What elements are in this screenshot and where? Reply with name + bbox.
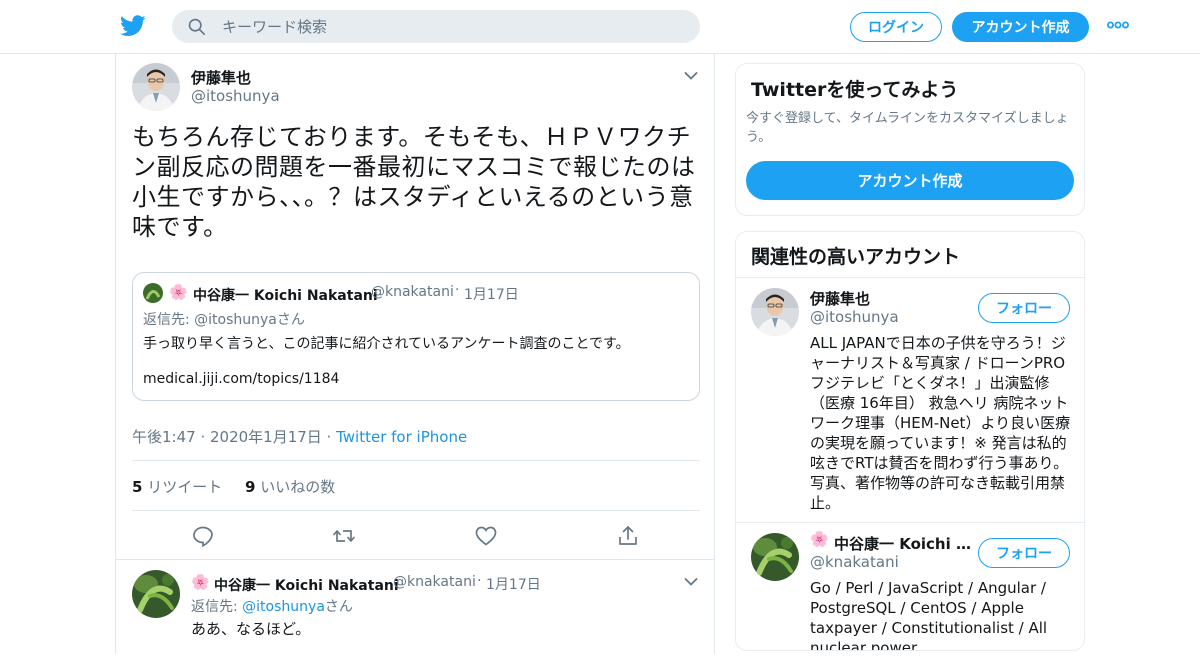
- reply-to-prefix: 返信先:: [191, 599, 243, 615]
- divider: [132, 460, 700, 461]
- reply-author-handle[interactable]: @knakatani: [393, 574, 476, 590]
- tweet-source[interactable]: Twitter for iPhone: [336, 428, 467, 446]
- follow-button[interactable]: フォロー: [978, 293, 1070, 323]
- flower-emoji: 🌸: [810, 530, 829, 548]
- author-name[interactable]: 伊藤隼也: [191, 67, 251, 88]
- top-nav-bar: ログイン アカウント作成: [0, 0, 1200, 54]
- login-button[interactable]: ログイン: [850, 12, 942, 42]
- related-account-avatar[interactable]: [751, 288, 799, 336]
- follow-button[interactable]: フォロー: [978, 538, 1070, 568]
- related-account-avatar[interactable]: [751, 533, 799, 581]
- related-account-handle[interactable]: @itoshunya: [810, 308, 899, 326]
- quoted-link[interactable]: medical.jiji.com/topics/1184: [143, 371, 339, 387]
- tweet-text: もちろん存じております。そもそも、ＨＰＶワクチン副反応の問題を一番最初にマスコミ…: [132, 123, 696, 241]
- reply-icon[interactable]: [191, 524, 215, 548]
- reply-author-name[interactable]: 中谷康一 Koichi Nakatani: [214, 575, 399, 595]
- reply-text: ああ、なるほど。: [191, 620, 311, 638]
- author-handle[interactable]: @itoshunya: [191, 87, 280, 105]
- author-avatar-image: [132, 63, 180, 111]
- flower-emoji: 🌸: [191, 573, 210, 591]
- related-account-handle[interactable]: @knakatani: [810, 553, 899, 571]
- quoted-author-avatar: [143, 283, 163, 303]
- search-bar[interactable]: [172, 10, 700, 43]
- search-input[interactable]: [222, 10, 682, 43]
- like-count: 9: [245, 478, 256, 496]
- tweet-timestamp[interactable]: 午後1:47 · 2020年1月17日 ·: [132, 428, 336, 446]
- author-avatar[interactable]: [132, 63, 180, 111]
- chevron-down-icon[interactable]: [684, 71, 698, 81]
- retweet-icon[interactable]: [332, 524, 356, 548]
- signup-button[interactable]: アカウント作成: [952, 12, 1089, 42]
- quoted-reply-to: 返信先: @itoshunyaさん: [143, 312, 305, 328]
- like-stat[interactable]: 9 いいねの数: [245, 478, 335, 496]
- tweet-stats: 5 リツイート 9 いいねの数: [132, 476, 335, 497]
- twitter-bird-icon[interactable]: [120, 14, 146, 38]
- signup-card-button[interactable]: アカウント作成: [746, 161, 1074, 200]
- reply-to-handle[interactable]: @itoshunya: [242, 599, 325, 615]
- quoted-author-handle: @knakatani: [371, 284, 454, 300]
- flower-emoji: 🌸: [169, 283, 188, 301]
- signup-card: Twitterを使ってみよう 今すぐ登録して、タイムラインをカスタマイズしましょ…: [735, 63, 1085, 216]
- related-account-bio: ALL JAPANで日本の子供を守ろう！ジャーナリスト＆写真家 / ドローンPR…: [810, 334, 1071, 512]
- signup-card-title: Twitterを使ってみよう: [751, 79, 959, 101]
- related-account-name[interactable]: 伊藤隼也: [810, 288, 870, 309]
- more-options-icon[interactable]: [1107, 18, 1129, 32]
- chevron-down-icon[interactable]: [684, 577, 698, 587]
- share-icon[interactable]: [616, 524, 640, 548]
- reply-tweet[interactable]: 🌸 中谷康一 Koichi Nakatani @knakatani · 1月17…: [116, 559, 714, 659]
- retweet-stat[interactable]: 5 リツイート: [132, 478, 222, 496]
- reply-to-suffix: さん: [324, 599, 353, 615]
- reply-author-avatar[interactable]: [132, 570, 180, 618]
- related-account-bio: Go / Perl / JavaScript / Angular / Postg…: [810, 579, 1048, 651]
- tweet-column: 伊藤隼也 @itoshunya もちろん存じております。そもそも、ＨＰＶワクチン…: [115, 54, 715, 654]
- tweet-meta: 午後1:47 · 2020年1月17日 · Twitter for iPhone: [132, 426, 467, 447]
- dot-separator: ·: [477, 573, 482, 589]
- retweet-count: 5: [132, 478, 143, 496]
- related-accounts-card: 関連性の高いアカウント 伊藤隼也 @itoshunya フォロー ALL JAP…: [735, 231, 1085, 651]
- related-accounts-title: 関連性の高いアカウント: [751, 246, 961, 268]
- signup-card-description: 今すぐ登録して、タイムラインをカスタマイズしましょう。: [746, 111, 1069, 145]
- related-account-item[interactable]: 🌸 中谷康一 Koichi … @knakatani フォロー Go / Per…: [736, 523, 1084, 651]
- quoted-date: 1月17日: [464, 287, 519, 303]
- quoted-author-name: 中谷康一 Koichi Nakatani: [193, 288, 378, 304]
- reply-to: 返信先: @itoshunyaさん: [191, 596, 353, 616]
- dot-separator: ·: [455, 282, 460, 298]
- divider: [132, 510, 700, 511]
- retweet-label: リツイート: [147, 478, 223, 496]
- search-icon: [188, 18, 206, 36]
- reply-date[interactable]: 1月17日: [486, 574, 541, 594]
- heart-icon[interactable]: [474, 524, 498, 548]
- quoted-tweet[interactable]: 🌸 中谷康一 Koichi Nakatani @knakatani · 1月17…: [132, 272, 700, 401]
- reply-author-avatar-image: [132, 570, 180, 618]
- quoted-text: 手っ取り早く言うと、この記事に紹介されているアンケート調査のことです。: [143, 336, 630, 352]
- related-account-name[interactable]: 中谷康一 Koichi …: [834, 533, 971, 554]
- related-account-item[interactable]: 伊藤隼也 @itoshunya フォロー ALL JAPANで日本の子供を守ろう…: [736, 278, 1084, 522]
- like-label: いいねの数: [260, 478, 336, 496]
